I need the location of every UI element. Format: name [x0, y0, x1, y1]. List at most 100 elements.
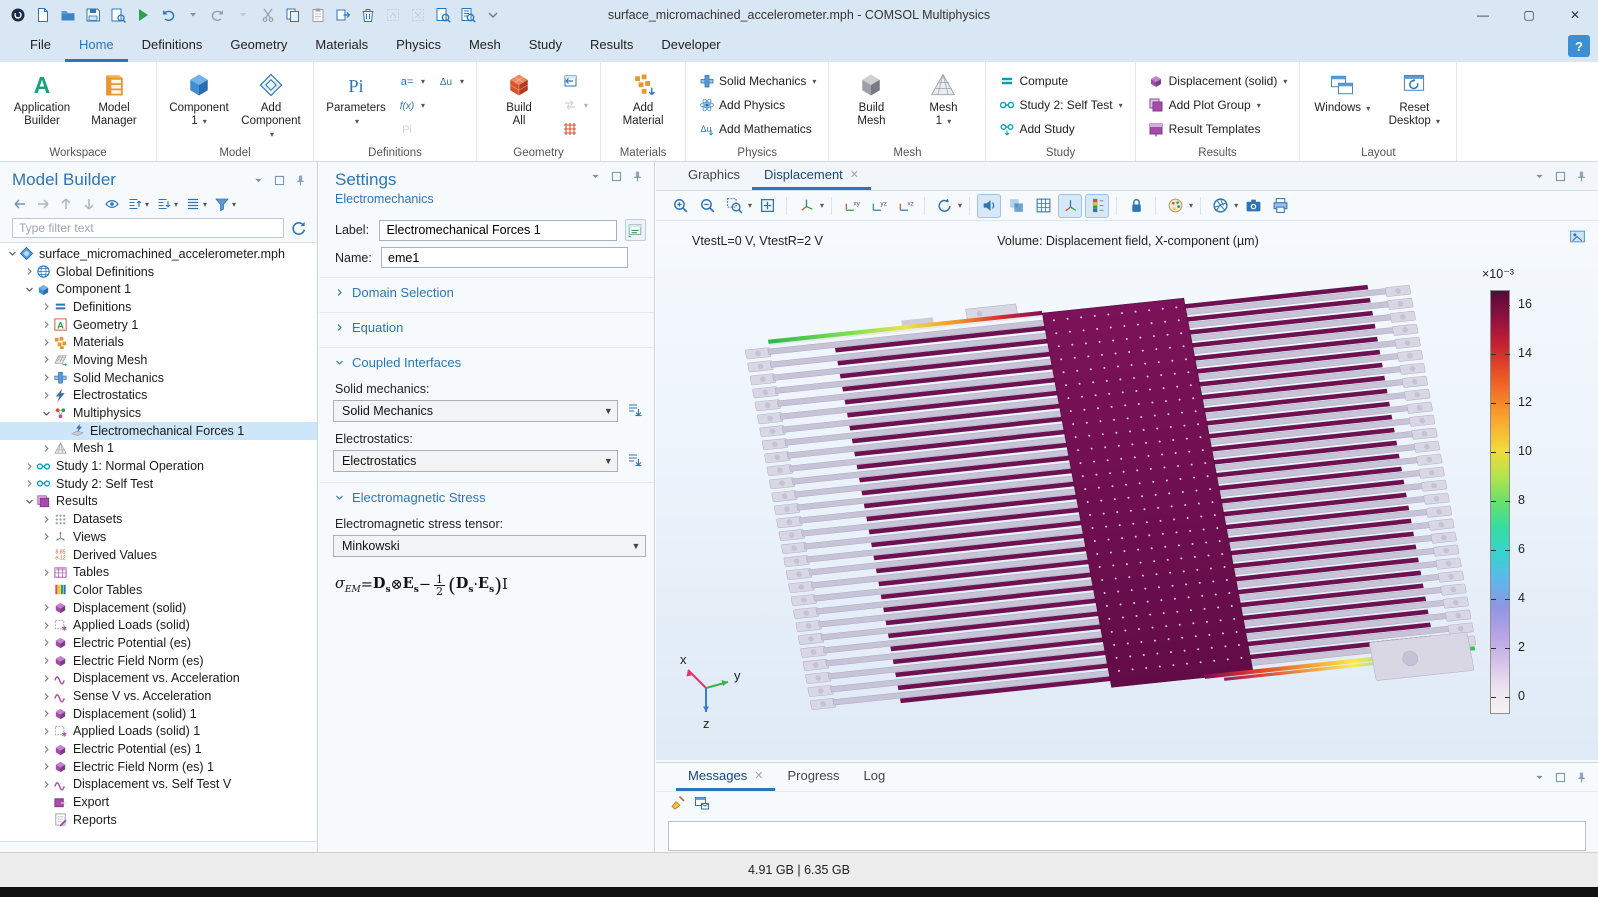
arrow-down-button[interactable] — [81, 196, 97, 212]
ribbon-button-model-manager[interactable]: Model Manager — [80, 68, 148, 130]
menu-geometry[interactable]: Geometry — [216, 31, 301, 62]
ribbon-button-compute[interactable]: Compute — [994, 70, 1126, 92]
ribbon-button-workplane[interactable] — [557, 118, 592, 140]
arrow-left-button[interactable] — [12, 196, 28, 212]
expand-icon[interactable] — [40, 638, 53, 647]
close-tab-icon[interactable]: ✕ — [850, 168, 859, 181]
ghost-b-icon[interactable] — [410, 7, 426, 23]
tree-filter-input[interactable] — [12, 218, 284, 238]
redo-caret-icon[interactable] — [235, 7, 251, 23]
ribbon-button-component-1[interactable]: Component 1 ▾ — [165, 68, 233, 130]
save-icon[interactable] — [85, 7, 101, 23]
speaker-button[interactable] — [977, 194, 1001, 218]
ribbon-button-a-eq[interactable]: a=▾ — [394, 70, 429, 92]
tree-item-color-tables[interactable]: Color Tables — [0, 581, 317, 599]
menu-materials[interactable]: Materials — [301, 31, 382, 62]
tree-item-results[interactable]: Results — [0, 493, 317, 511]
collapse-icon[interactable] — [23, 497, 36, 506]
tree-item-displacement-solid-1[interactable]: Displacement (solid) 1 — [0, 705, 317, 723]
ribbon-button-build-mesh[interactable]: Build Mesh — [837, 68, 905, 130]
collapse-icon[interactable] — [40, 409, 53, 418]
zoom-extents-button[interactable] — [755, 194, 779, 218]
ribbon-button-add-physics[interactable]: Add Physics — [694, 94, 820, 116]
ribbon-button-add-plot-group[interactable]: Add Plot Group▾ — [1144, 94, 1292, 116]
expand-icon[interactable] — [40, 355, 53, 364]
pin-icon[interactable] — [1575, 170, 1588, 183]
ribbon-button-add-mathematics[interactable]: ΔuAdd Mathematics — [694, 118, 820, 140]
caret-down-icon[interactable] — [1533, 170, 1546, 183]
messages-tab-progress[interactable]: Progress — [775, 763, 851, 791]
eye-button[interactable] — [104, 196, 120, 212]
save-search-icon[interactable] — [110, 7, 126, 23]
run-icon[interactable] — [135, 7, 151, 23]
menu-mesh[interactable]: Mesh — [455, 31, 515, 62]
graphics-tab-displacement[interactable]: Displacement✕ — [752, 162, 871, 190]
ghost-a-icon[interactable] — [385, 7, 401, 23]
menu-physics[interactable]: Physics — [382, 31, 455, 62]
tree-item-component-1[interactable]: Component 1 — [0, 280, 317, 298]
duplicate-icon[interactable] — [335, 7, 351, 23]
ribbon-button-result-templates[interactable]: Result Templates — [1144, 118, 1292, 140]
close-button[interactable]: ✕ — [1552, 0, 1598, 30]
graphics-canvas[interactable]: VtestL=0 V, VtestR=2 V Volume: Displacem… — [656, 222, 1598, 760]
menu-study[interactable]: Study — [515, 31, 576, 62]
tree-item-derived-values[interactable]: 8.85e-12Derived Values — [0, 546, 317, 564]
minimize-button[interactable]: — — [1460, 0, 1506, 30]
tree-item-views[interactable]: Views — [0, 528, 317, 546]
expand-icon[interactable] — [23, 462, 36, 471]
zoom-out-button[interactable] — [695, 194, 719, 218]
menu-results[interactable]: Results — [576, 31, 647, 62]
tree-item-displacement-vs-acceleration[interactable]: Displacement vs. Acceleration — [0, 670, 317, 688]
open-folder-icon[interactable] — [60, 7, 76, 23]
maximize-button[interactable]: ▢ — [1506, 0, 1552, 30]
pin-icon[interactable] — [1575, 771, 1588, 784]
expand-icon[interactable] — [40, 515, 53, 524]
broom-icon[interactable] — [670, 795, 686, 811]
redo-icon[interactable] — [210, 7, 226, 23]
add-selection-icon[interactable] — [626, 401, 646, 421]
float-box-icon[interactable] — [610, 170, 623, 183]
arrow-right-button[interactable] — [35, 196, 51, 212]
ribbon-button-import-geo[interactable] — [557, 70, 592, 92]
funnel-button[interactable]: ▾ — [214, 196, 236, 212]
scene-light-button[interactable] — [1208, 194, 1232, 218]
tree-item-tables[interactable]: Tables — [0, 563, 317, 581]
tree-item-electric-field-norm-es[interactable]: Electric Field Norm (es) — [0, 652, 317, 670]
arrow-up-button[interactable] — [58, 196, 74, 212]
solid-mechanics-dropdown[interactable]: Solid Mechanics▼ — [333, 400, 618, 422]
ribbon-button-build-all[interactable]: Build All — [485, 68, 553, 130]
ribbon-button-windows[interactable]: Windows ▾ — [1308, 68, 1376, 117]
transparency-button[interactable] — [1004, 194, 1028, 218]
tree-item-electric-potential-es-1[interactable]: Electric Potential (es) 1 — [0, 740, 317, 758]
ribbon-button-solid-mechanics[interactable]: Solid Mechanics▾ — [694, 70, 820, 92]
tree-item-multiphysics[interactable]: Multiphysics — [0, 404, 317, 422]
caret-down-icon[interactable] — [1533, 771, 1546, 784]
seq-down-button[interactable]: ▾ — [156, 196, 178, 212]
ribbon-button-displacement-solid[interactable]: Displacement (solid)▾ — [1144, 70, 1292, 92]
tree-item-electrostatics[interactable]: Electrostatics — [0, 387, 317, 405]
ribbon-button-study-2-self-test[interactable]: Study 2: Self Test▾ — [994, 94, 1126, 116]
tree-item-applied-loads-solid[interactable]: Applied Loads (solid) — [0, 616, 317, 634]
snapshot-camera-button[interactable] — [1241, 194, 1265, 218]
color-legend-button[interactable] — [1085, 194, 1109, 218]
comsol-logo-icon[interactable] — [10, 7, 26, 23]
copy-icon[interactable] — [285, 7, 301, 23]
msg-report-icon[interactable] — [694, 795, 710, 811]
expand-icon[interactable] — [23, 479, 36, 488]
add-selection-icon[interactable] — [626, 451, 646, 471]
caret-down-icon[interactable] — [252, 174, 265, 187]
electrostatics-dropdown[interactable]: Electrostatics▼ — [333, 450, 618, 472]
graphics-tab-graphics[interactable]: Graphics — [676, 162, 752, 190]
expand-icon[interactable] — [40, 709, 53, 718]
grid-button[interactable] — [1031, 194, 1055, 218]
ribbon-button-fx[interactable]: f(x)▾ — [394, 94, 429, 116]
tree-item-global-definitions[interactable]: Global Definitions — [0, 263, 317, 281]
palette-button[interactable] — [1163, 194, 1187, 218]
expand-icon[interactable] — [40, 745, 53, 754]
label-field[interactable] — [379, 220, 616, 241]
stress-tensor-dropdown[interactable]: Minkowski▼ — [333, 535, 646, 557]
tree-item-displacement-solid[interactable]: Displacement (solid) — [0, 599, 317, 617]
section-coupled-interfaces[interactable]: Coupled Interfaces — [319, 348, 654, 376]
view-xy-button[interactable]: xy — [839, 194, 863, 218]
tree-item-applied-loads-solid-1[interactable]: Applied Loads (solid) 1 — [0, 723, 317, 741]
